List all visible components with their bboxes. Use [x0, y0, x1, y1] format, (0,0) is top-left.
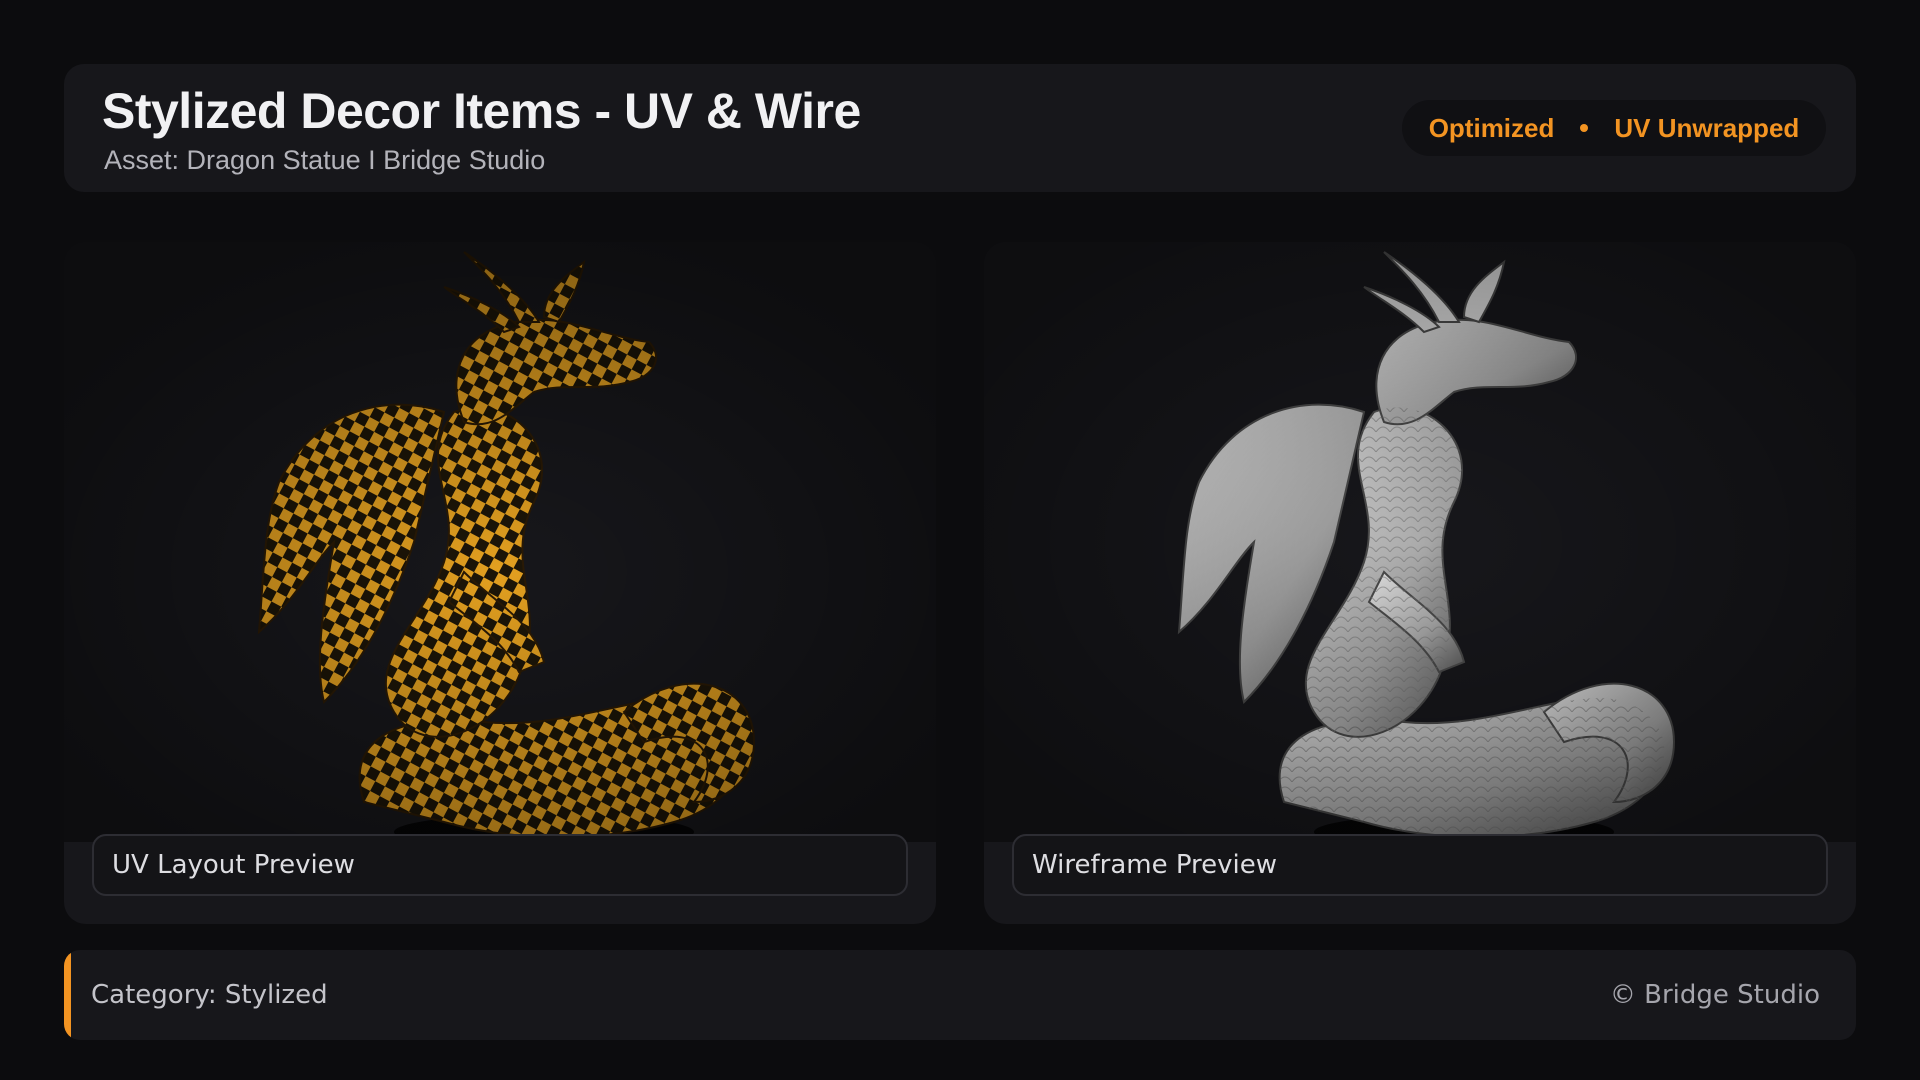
footer-bar: Category: Stylized © Bridge Studio [64, 950, 1856, 1040]
header-bar: Stylized Decor Items - UV & Wire Asset: … [64, 64, 1856, 192]
asset-subtitle: Asset: Dragon Statue I Bridge Studio [104, 145, 546, 175]
category-label: Category: Stylized [91, 980, 328, 1010]
uv-preview-card[interactable]: UV Layout Preview [64, 242, 936, 924]
dragon-wireframe-render-image [984, 242, 1856, 842]
status-badge-optimized: Optimized [1428, 112, 1555, 143]
footer-accent-stripe [64, 950, 71, 1040]
status-badges: Optimized UV Unwrapped [1402, 100, 1826, 156]
separator-dot-icon [1580, 124, 1589, 132]
dragon-uv-render-image [64, 242, 936, 842]
status-badge-uv-unwrapped: UV Unwrapped [1614, 112, 1800, 143]
copyright-label: © Bridge Studio [1609, 980, 1820, 1010]
uv-preview-caption: UV Layout Preview [92, 834, 908, 896]
wireframe-preview-caption: Wireframe Preview [1012, 834, 1828, 896]
wireframe-preview-card[interactable]: Wireframe Preview [984, 242, 1856, 924]
page-title: Stylized Decor Items - UV & Wire [102, 83, 861, 139]
